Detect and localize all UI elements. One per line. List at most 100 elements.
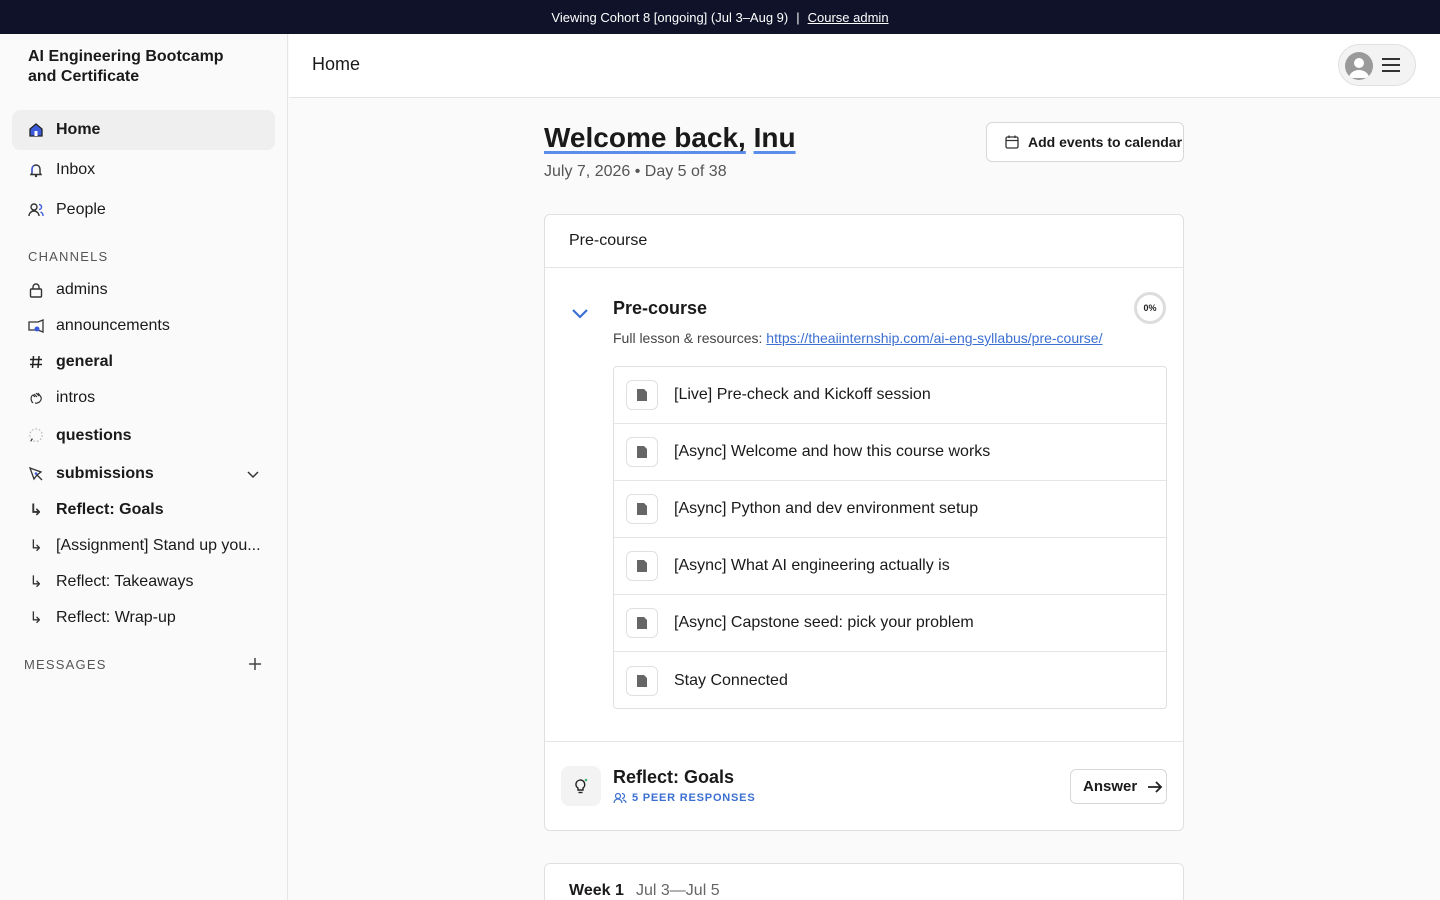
subchannel-label: Reflect: Goals — [56, 501, 164, 518]
hamburger-icon — [1382, 58, 1400, 72]
channel-questions[interactable]: questions — [12, 419, 275, 453]
sidebar-item-label: Home — [56, 121, 101, 138]
channel-label: submissions — [56, 465, 154, 482]
channel-label: general — [56, 353, 113, 370]
document-icon — [626, 665, 658, 696]
sub-arrow-icon: ↳ — [29, 502, 43, 519]
document-icon — [626, 380, 658, 410]
channel-label: intros — [56, 389, 96, 406]
date-line: July 7, 2026 • Day 5 of 38 — [544, 163, 727, 180]
add-to-calendar-button[interactable]: Add events to calendar — [986, 122, 1184, 162]
channels-label: CHANNELS — [28, 249, 109, 264]
peer-responses-label: 5 PEER RESPONSES — [632, 792, 756, 804]
banner-separator: | — [796, 9, 800, 25]
subchannel-label: Reflect: Takeaways — [56, 573, 194, 590]
cohort-banner-text: Viewing Cohort 8 [ongoing] (Jul 3–Aug 9) — [551, 9, 789, 25]
divider — [545, 741, 1183, 742]
wave-icon — [28, 390, 44, 406]
lesson-title: [Async] Capstone seed: pick your problem — [674, 614, 974, 631]
subchannel-reflect-takeaways[interactable]: ↳ Reflect: Takeaways — [12, 565, 275, 599]
channel-announcements[interactable]: announcements — [12, 309, 275, 343]
sub-arrow-icon: ↳ — [29, 574, 43, 591]
pre-course-card: Pre-course Pre-course 0% Full lesson & r… — [544, 214, 1184, 831]
course-admin-link[interactable]: Course admin — [808, 10, 889, 25]
resources-line: Full lesson & resources: https://theaiin… — [613, 330, 1102, 346]
sidebar-item-label: People — [56, 201, 106, 218]
lesson-row[interactable]: [Async] Welcome and how this course work… — [614, 424, 1166, 481]
sidebar-item-people[interactable]: People — [12, 190, 275, 230]
welcome-name: Inu — [753, 122, 796, 153]
main-header: Home — [289, 34, 1440, 98]
subchannel-label: Reflect: Wrap-up — [56, 609, 176, 626]
cohort-banner: Viewing Cohort 8 [ongoing] (Jul 3–Aug 9)… — [0, 0, 1440, 34]
document-icon — [626, 437, 658, 467]
document-icon — [626, 494, 658, 524]
calendar-icon — [1005, 135, 1019, 149]
channel-intros[interactable]: intros — [12, 381, 275, 415]
chevron-down-icon[interactable] — [245, 466, 261, 482]
week-label: Week 1 — [569, 882, 624, 899]
main-content: Welcome back, Inu July 7, 2026 • Day 5 o… — [289, 98, 1440, 900]
megaphone-icon — [28, 318, 44, 334]
welcome-heading: Welcome back, Inu — [544, 122, 796, 154]
section-title: Pre-course — [613, 298, 708, 318]
lesson-list: [Live] Pre-check and Kickoff session [As… — [613, 366, 1167, 709]
lesson-row[interactable]: [Async] Python and dev environment setup — [614, 481, 1166, 538]
lightbulb-icon — [561, 766, 601, 806]
lesson-title: [Async] Python and dev environment setup — [674, 500, 979, 517]
channel-label: questions — [56, 427, 132, 444]
lesson-row[interactable]: Stay Connected — [614, 652, 1166, 709]
collapse-chevron-icon[interactable] — [569, 303, 591, 325]
home-icon — [28, 122, 44, 138]
answer-button-label: Answer — [1083, 778, 1138, 795]
calendar-button-label: Add events to calendar — [1028, 134, 1183, 150]
week-card: Week 1 Jul 3—Jul 5 — [544, 863, 1184, 900]
channel-submissions[interactable]: submissions — [12, 457, 275, 491]
answer-button[interactable]: Answer — [1070, 769, 1167, 804]
hash-icon — [28, 354, 44, 370]
sidebar: AI Engineering Bootcamp and Certificate … — [0, 34, 288, 900]
user-menu-button[interactable] — [1338, 44, 1416, 86]
pen-icon — [28, 466, 44, 482]
arrow-right-icon — [1148, 780, 1163, 793]
progress-ring: 0% — [1134, 292, 1166, 324]
card-title: Pre-course — [545, 215, 1183, 268]
chat-icon — [28, 428, 44, 444]
lesson-title: [Live] Pre-check and Kickoff session — [674, 386, 931, 403]
channel-general[interactable]: general — [12, 345, 275, 379]
resources-link[interactable]: https://theaiinternship.com/ai-eng-sylla… — [766, 330, 1102, 346]
messages-label: MESSAGES — [24, 657, 107, 672]
lesson-row[interactable]: [Async] What AI engineering actually is — [614, 538, 1166, 595]
bell-icon — [28, 162, 44, 178]
subchannel-reflect-goals[interactable]: ↳ Reflect: Goals — [12, 493, 275, 527]
lock-icon — [28, 282, 44, 298]
subchannel-reflect-wrapup[interactable]: ↳ Reflect: Wrap-up — [12, 601, 275, 635]
people-icon — [28, 202, 44, 218]
sidebar-item-home[interactable]: Home — [12, 110, 275, 150]
channel-label: admins — [56, 281, 108, 298]
week-range: Jul 3—Jul 5 — [636, 882, 720, 899]
sidebar-item-inbox[interactable]: Inbox — [12, 150, 275, 190]
resources-label: Full lesson & resources: — [613, 330, 763, 346]
document-icon — [626, 608, 658, 638]
page-title: Home — [312, 54, 361, 74]
welcome-prefix: Welcome back, — [544, 122, 746, 153]
course-brand[interactable]: AI Engineering Bootcamp and Certificate — [28, 47, 228, 87]
peers-icon — [613, 792, 627, 804]
peer-responses-link[interactable]: 5 PEER RESPONSES — [613, 792, 755, 804]
subchannel-label: [Assignment] Stand up you... — [56, 537, 261, 554]
sub-arrow-icon: ↳ — [29, 610, 43, 627]
sidebar-item-label: Inbox — [56, 161, 96, 178]
lesson-row[interactable]: [Live] Pre-check and Kickoff session — [614, 367, 1166, 424]
lesson-title: [Async] Welcome and how this course work… — [674, 443, 991, 460]
document-icon — [626, 551, 658, 581]
reflect-title: Reflect: Goals — [613, 767, 735, 787]
add-message-icon[interactable] — [246, 655, 264, 673]
channel-label: announcements — [56, 317, 170, 334]
avatar-icon — [1345, 52, 1373, 80]
sub-arrow-icon: ↳ — [29, 538, 43, 555]
lesson-title: [Async] What AI engineering actually is — [674, 557, 950, 574]
channel-admins[interactable]: admins — [12, 273, 275, 307]
subchannel-assignment[interactable]: ↳ [Assignment] Stand up you... — [12, 529, 275, 563]
lesson-row[interactable]: [Async] Capstone seed: pick your problem — [614, 595, 1166, 652]
